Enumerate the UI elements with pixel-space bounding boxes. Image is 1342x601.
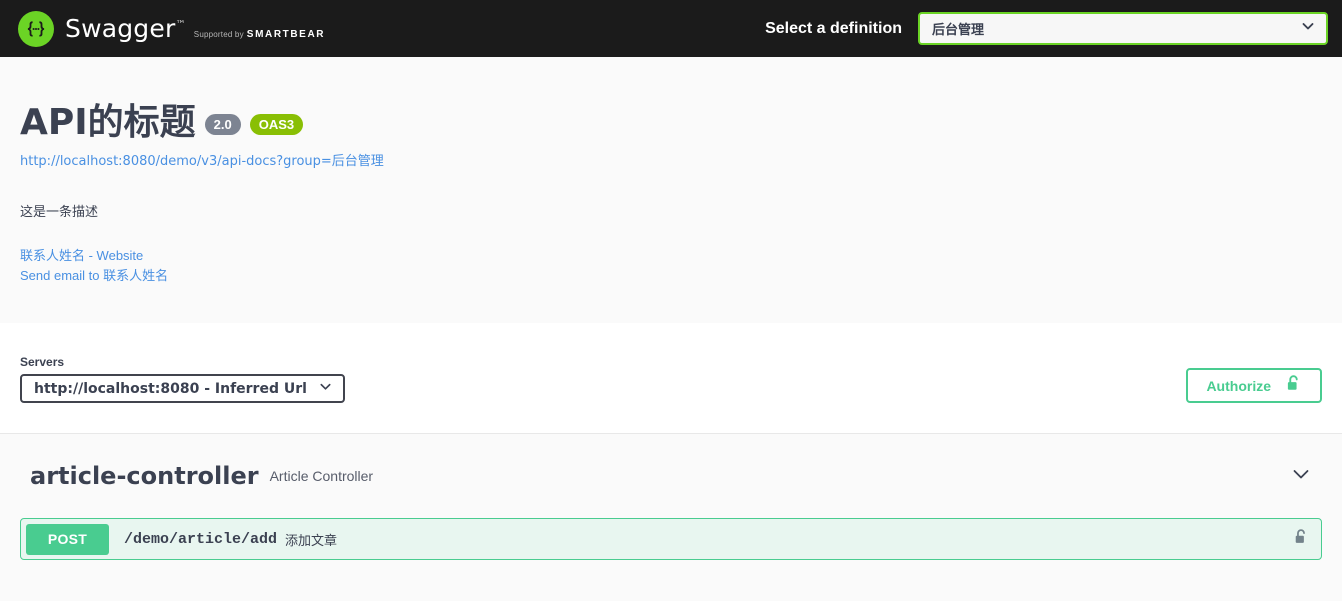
definition-select[interactable]: 后台管理	[918, 12, 1328, 45]
contact-links: 联系人姓名 - Website Send email to 联系人姓名	[20, 246, 1322, 286]
tag-description: Article Controller	[269, 468, 374, 484]
supported-by-text: Supported by	[193, 30, 244, 39]
oas-badge: OAS3	[249, 113, 304, 135]
chevron-down-icon[interactable]	[1290, 463, 1312, 490]
contact-email-link[interactable]: Send email to 联系人姓名	[20, 266, 1322, 286]
version-badge: 2.0	[204, 113, 241, 135]
chevron-down-icon	[1300, 18, 1316, 39]
swagger-braces-icon	[18, 10, 54, 47]
api-description: 这是一条描述	[20, 203, 99, 219]
page-title: API的标题	[20, 102, 196, 143]
unlock-icon	[1285, 374, 1302, 398]
api-title-row: API的标题 2.0 OAS3	[20, 104, 1322, 142]
operation-row[interactable]: POST /demo/article/add 添加文章	[20, 518, 1322, 560]
trademark-symbol: ™	[175, 19, 186, 31]
operation-method-badge: POST	[26, 523, 109, 555]
tag-section-article-controller: article-controller Article Controller PO…	[0, 434, 1342, 560]
server-select-value: http://localhost:8080 - Inferred Url	[34, 380, 307, 397]
unlock-icon[interactable]	[1293, 528, 1309, 551]
swagger-wordmark: Swagger	[65, 14, 176, 43]
operation-path: /demo/article/add	[124, 530, 278, 548]
api-docs-url-link[interactable]: http://localhost:8080/demo/v3/api-docs?g…	[20, 150, 384, 169]
operation-summary: 添加文章	[285, 532, 338, 548]
authorize-button-label: Authorize	[1206, 377, 1271, 394]
api-info-block: API的标题 2.0 OAS3 http://localhost:8080/de…	[0, 57, 1342, 323]
swagger-logo[interactable]: Swagger™ Supported by SMARTBEAR	[18, 10, 325, 47]
servers-label: Servers	[20, 355, 65, 369]
smartbear-brand: SMARTBEAR	[246, 29, 326, 40]
tag-header[interactable]: article-controller Article Controller	[20, 434, 1322, 518]
contact-website-link[interactable]: 联系人姓名 - Website	[20, 246, 1322, 266]
servers-left: Servers http://localhost:8080 - Inferred…	[20, 355, 1186, 403]
servers-block: Servers http://localhost:8080 - Inferred…	[0, 323, 1342, 434]
select-definition-label: Select a definition	[765, 19, 902, 37]
tag-name: article-controller	[30, 462, 259, 490]
server-select[interactable]: http://localhost:8080 - Inferred Url	[20, 374, 345, 403]
swagger-logo-text: Swagger™ Supported by SMARTBEAR	[65, 16, 325, 41]
definition-select-value: 后台管理	[932, 22, 985, 37]
supported-by-line: Supported by SMARTBEAR	[193, 29, 326, 40]
topbar: Swagger™ Supported by SMARTBEAR Select a …	[0, 0, 1342, 57]
chevron-down-icon	[318, 379, 333, 399]
authorize-button[interactable]: Authorize	[1186, 368, 1322, 403]
